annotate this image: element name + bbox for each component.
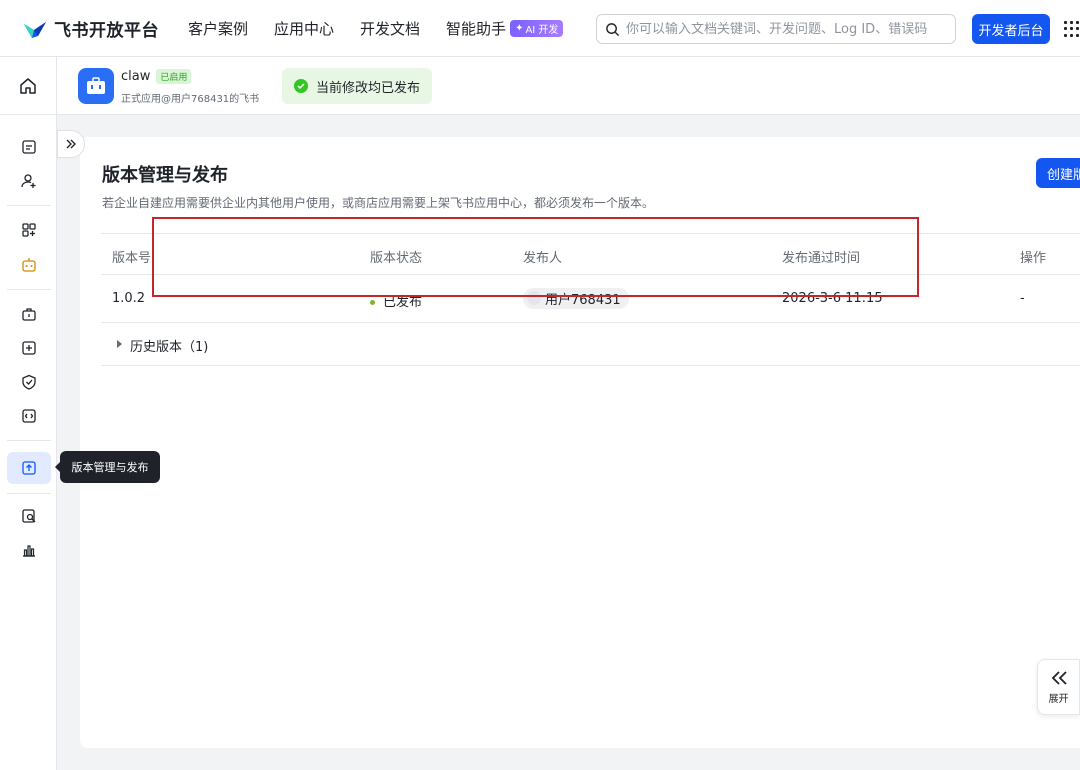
status-text: 已发布 (383, 295, 423, 310)
credentials-icon[interactable] (17, 135, 41, 159)
search-box[interactable] (596, 14, 956, 44)
app-avatar (78, 68, 114, 104)
home-icon (20, 78, 36, 94)
app-status-badge: 已启用 (156, 69, 192, 84)
status-cell: 已发布 (370, 291, 422, 310)
nav-smart-assistant[interactable]: 智能助手 ✦ AI 开发 (446, 18, 564, 39)
column-publisher: 发布人 (523, 251, 563, 266)
expand-panel-button[interactable]: 展开 (1037, 659, 1080, 715)
publish-status-banner: 当前修改均已发布 (282, 68, 432, 104)
publish-status-text: 当前修改均已发布 (316, 80, 421, 96)
double-chevron-left-icon (1051, 670, 1067, 685)
table-row[interactable]: 1.0.2 已发布 用户768431 2026-3-6 11:15 - (101, 275, 1080, 323)
sidebar-expand-button[interactable] (57, 130, 85, 158)
version-number: 1.0.2 (112, 291, 146, 306)
ai-dev-badge: ✦ AI 开发 (510, 20, 564, 37)
sidebar-divider (7, 205, 51, 206)
event-subscribe-icon[interactable] (17, 336, 41, 360)
status-dot-icon (370, 300, 375, 305)
column-status: 版本状态 (370, 251, 423, 266)
double-chevron-right-icon (66, 139, 76, 149)
app-subtitle: 正式应用@用户768431的飞书 (121, 94, 260, 105)
page-title: 版本管理与发布 (102, 165, 228, 186)
sidebar-divider (7, 289, 51, 290)
page-description: 若企业自建应用需要供企业内其他用户使用，或商店应用需要上架飞书应用中心，都必须发… (102, 196, 655, 210)
create-version-button[interactable]: 创建版本 (1036, 158, 1080, 188)
nav-app-center[interactable]: 应用中心 (274, 18, 334, 39)
row-action: - (1020, 291, 1025, 306)
history-versions-row[interactable]: 历史版本（1) (101, 323, 1080, 366)
app-info-bar: claw 已启用 正式应用@用户768431的飞书 当前修改均已发布 (0, 57, 1080, 115)
version-management-card: 版本管理与发布 若企业自建应用需要供企业内其他用户使用，或商店应用需要上架飞书应… (80, 137, 1080, 748)
search-input[interactable] (626, 21, 946, 37)
table-header: 版本号 版本状态 发布人 发布通过时间 操作 (101, 233, 1080, 275)
version-publish-icon[interactable] (17, 456, 41, 480)
log-search-icon[interactable] (17, 504, 41, 528)
expand-label: 展开 (1048, 693, 1069, 705)
nav-dev-docs[interactable]: 开发文档 (360, 18, 420, 39)
briefcase-icon (87, 77, 105, 94)
sidebar-divider (7, 440, 51, 441)
publish-time: 2026-3-6 11:15 (782, 291, 883, 306)
caret-right-icon (117, 340, 122, 348)
nav-smart-assistant-label: 智能助手 (446, 20, 507, 38)
top-navigation-bar: 飞书开放平台 客户案例 应用中心 开发文档 智能助手 ✦AI 开发 开发者后台 (0, 0, 1080, 57)
check-circle-icon (294, 79, 308, 93)
apps-grid-icon[interactable] (1064, 21, 1080, 37)
left-sidebar (0, 115, 57, 770)
feishu-logo-icon (24, 21, 46, 38)
logo-text: 飞书开放平台 (54, 21, 159, 41)
add-member-icon[interactable] (17, 169, 41, 193)
app-name: claw (121, 69, 151, 84)
publisher-chip[interactable]: 用户768431 (523, 288, 629, 309)
column-version: 版本号 (112, 251, 152, 266)
dev-config-icon[interactable] (17, 404, 41, 428)
nav-customer-cases[interactable]: 客户案例 (188, 18, 248, 39)
column-actions: 操作 (1020, 251, 1047, 266)
sidebar-divider (7, 493, 51, 494)
history-versions-label[interactable]: 历史版本（1) (130, 336, 208, 355)
sparkle-icon: ✦ (515, 23, 524, 34)
analytics-icon[interactable] (17, 538, 41, 562)
version-table: 版本号 版本状态 发布人 发布通过时间 操作 1.0.2 已发布 用户76843… (101, 233, 1080, 366)
feishu-logo[interactable]: 飞书开放平台 (22, 16, 159, 41)
sidebar-tooltip: 版本管理与发布 (55, 451, 160, 483)
security-icon[interactable] (17, 370, 41, 394)
app-capability-icon[interactable] (17, 302, 41, 326)
main-nav: 客户案例 应用中心 开发文档 智能助手 ✦ AI 开发 (188, 0, 564, 57)
app-name-row: claw 已启用 (121, 69, 192, 84)
ai-badge-label: AI 开发 (525, 25, 559, 36)
column-publish-time: 发布通过时间 (782, 251, 861, 266)
add-feature-icon[interactable] (17, 218, 41, 242)
bot-icon[interactable] (17, 253, 41, 277)
developer-console-button[interactable]: 开发者后台 (972, 14, 1050, 44)
home-button[interactable] (0, 57, 57, 115)
search-icon (606, 22, 620, 36)
